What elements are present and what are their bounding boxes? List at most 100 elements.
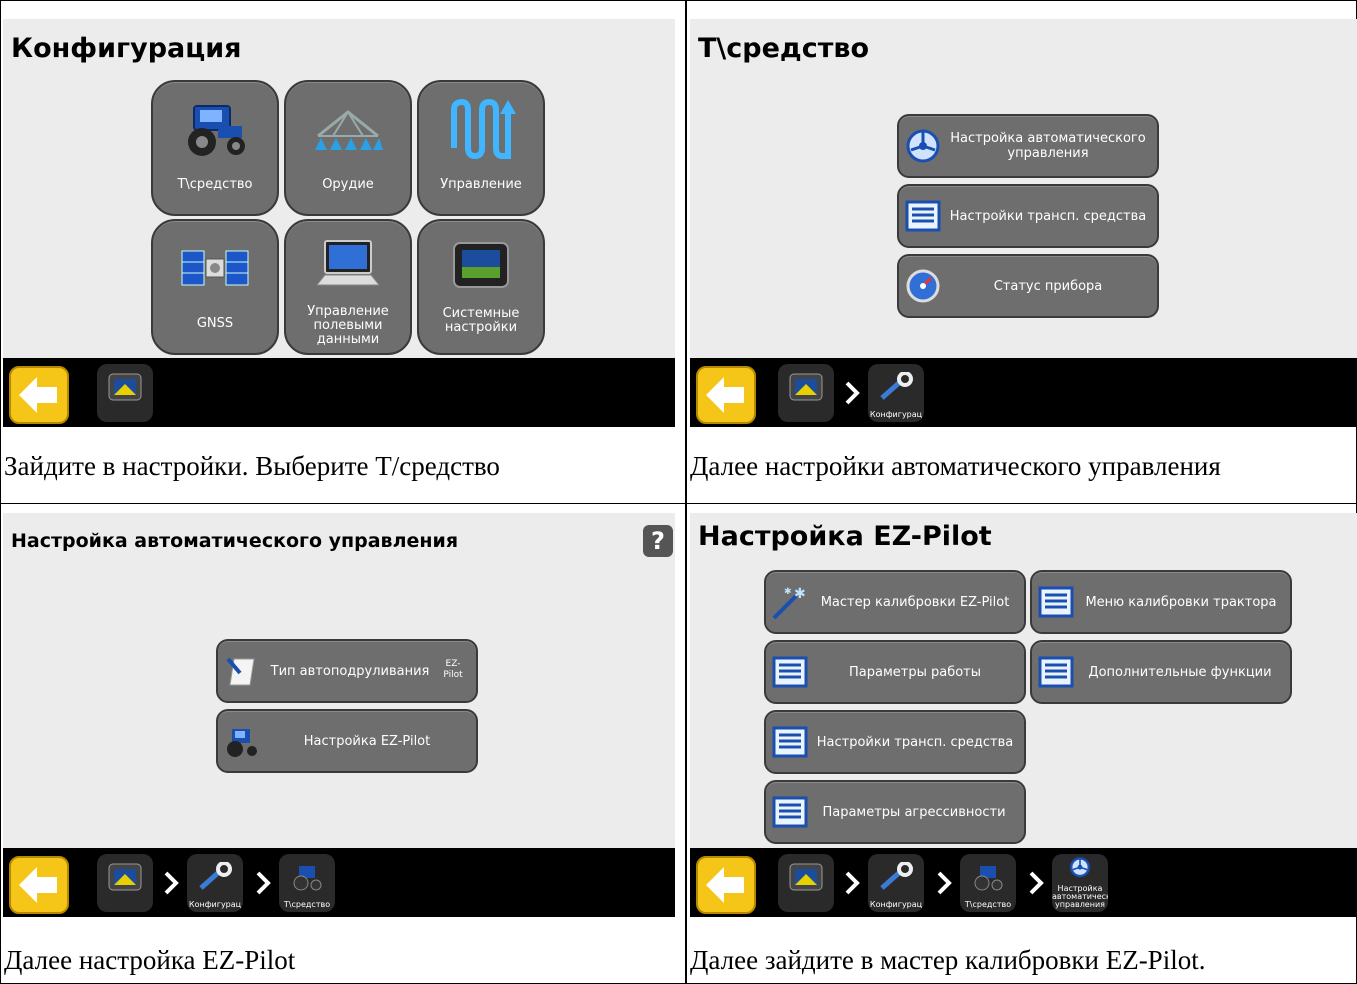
tile-label: Управление полевыми данными	[307, 304, 389, 347]
home-button[interactable]	[778, 854, 834, 912]
satellite-icon	[181, 250, 249, 286]
tile-vehicle[interactable]: T\средство	[151, 80, 279, 216]
back-arrow-icon	[19, 867, 57, 903]
back-button[interactable]	[9, 856, 69, 914]
svg-text:✱: ✱	[794, 586, 806, 602]
breadcrumb-autosteer[interactable]: Настройка автоматическ управления	[1052, 854, 1108, 912]
grid-divider-row1	[0, 503, 1357, 504]
wrench-icon	[880, 372, 913, 400]
back-button[interactable]	[696, 856, 756, 914]
breadcrumb-vehicle[interactable]: T\средство	[960, 854, 1016, 912]
caption-step-1: Зайдите в настройки. Выберите Т/средство	[4, 451, 500, 481]
chevron-right-icon	[937, 871, 952, 895]
chevron-right-icon	[164, 871, 179, 895]
list-icon	[772, 796, 808, 828]
tile-label: Управление	[440, 177, 522, 192]
steering-wheel-icon	[1070, 857, 1090, 878]
wand-icon: ✱✱	[772, 586, 806, 620]
aggressiveness-parameters-button[interactable]: Параметры агрессивности	[764, 780, 1026, 844]
caption-step-2: Далее настройки автоматического управлен…	[690, 451, 1221, 481]
back-arrow-icon	[19, 377, 57, 413]
additional-functions-button[interactable]: Дополнительные функции	[1030, 640, 1292, 704]
list-icon	[772, 656, 808, 688]
panel-ez-pilot: Настройка EZ-Pilot ✱ ✱ Мастер калибровки …	[690, 513, 1357, 917]
breadcrumb-configuration[interactable]: Конфигурац	[868, 364, 924, 422]
panel-autosteer: Настройка автоматического управления ? Т…	[3, 513, 675, 917]
breadcrumb-configuration[interactable]: Конфигурац	[868, 854, 924, 912]
device-status-button[interactable]: Статус прибора	[897, 254, 1159, 318]
tile-label: Орудие	[322, 177, 374, 192]
breadcrumb-configuration[interactable]: Конфигурац	[187, 854, 243, 912]
tile-label: Системные настройки	[442, 306, 520, 335]
breadcrumb-label: Конфигурац	[869, 900, 923, 909]
breadcrumb-vehicle[interactable]: T\средство	[279, 854, 335, 912]
breadcrumb-label: T\средство	[283, 900, 331, 909]
tile-label: GNSS	[196, 316, 234, 331]
tile-system-settings[interactable]: Системные настройки	[417, 219, 545, 355]
back-button[interactable]	[696, 366, 756, 424]
tile-guidance[interactable]: Управление	[417, 80, 545, 216]
button-label: Настройка EZ-Pilot	[303, 733, 431, 749]
laptop-icon	[315, 240, 381, 286]
back-arrow-icon	[706, 377, 744, 413]
home-button[interactable]	[778, 364, 834, 422]
bottom-nav-bar: Конфигурац	[690, 358, 1357, 427]
panel-title: Настройка автоматического управления	[11, 530, 459, 552]
breadcrumb-label: Конфигурац	[869, 410, 923, 419]
back-arrow-icon	[706, 867, 744, 903]
autosteer-setup-button[interactable]: Настройка автоматического управления	[897, 114, 1159, 178]
button-label: Статус прибора	[993, 278, 1103, 294]
grid-border-top	[0, 0, 1357, 1]
back-button[interactable]	[9, 366, 69, 424]
display-icon	[789, 373, 823, 401]
pen-paper-icon	[226, 657, 255, 686]
vehicle-settings-button[interactable]: Настройки трансп. средства	[897, 184, 1159, 248]
list-icon	[905, 200, 941, 232]
guidance-pattern-icon	[451, 98, 516, 160]
tile-gnss[interactable]: GNSS	[151, 219, 279, 355]
vehicle-settings-button[interactable]: Настройки трансп. средства	[764, 710, 1026, 774]
breadcrumb-label: Настройка автоматическ управления	[1052, 885, 1108, 909]
home-button[interactable]	[97, 364, 153, 422]
button-label: Тип автоподруливания	[270, 663, 430, 679]
help-button[interactable]: ?	[643, 525, 673, 557]
autosteer-type-badge: EZ-Pilot	[443, 659, 463, 680]
list-icon	[1038, 656, 1074, 688]
panel-configuration: Конфигурация T\средство Орудие Управлени…	[3, 19, 675, 427]
caption-step-3: Далее настройка EZ-Pilot	[4, 945, 296, 975]
ez-pilot-calibration-wizard-button[interactable]: ✱ ✱ Мастер калибровки EZ-Pilot	[764, 570, 1026, 634]
bottom-nav-bar	[3, 358, 675, 427]
display-icon	[789, 863, 823, 891]
panel-vehicle: T\средство Настройка автоматического упр…	[690, 19, 1357, 427]
panel-title: Настройка EZ-Pilot	[698, 521, 992, 552]
chevron-right-icon	[256, 871, 271, 895]
breadcrumb-label: T\средство	[964, 900, 1012, 909]
tile-field-data[interactable]: Управление полевыми данными	[284, 219, 412, 355]
wrench-icon	[199, 862, 232, 890]
bottom-nav-bar: Конфигурац T\средство	[3, 848, 675, 917]
panel-title: Конфигурация	[11, 33, 242, 64]
button-label: Настройки трансп. средства	[949, 208, 1147, 224]
breadcrumb-label: Конфигурац	[188, 900, 242, 909]
caption-step-4: Далее зайдите в мастер калибровки EZ-Pil…	[690, 945, 1206, 975]
steering-wheel-icon	[906, 129, 940, 163]
display-icon	[108, 863, 142, 891]
operation-parameters-button[interactable]: Параметры работы	[764, 640, 1026, 704]
grid-border-left	[0, 0, 1, 984]
button-label: Настройки трансп. средства	[816, 734, 1014, 750]
ez-pilot-setup-button[interactable]: Настройка EZ-Pilot	[216, 709, 478, 773]
list-icon	[772, 726, 808, 758]
grid-divider-vertical	[685, 0, 687, 984]
panel-title: T\средство	[698, 33, 870, 64]
tile-implement[interactable]: Орудие	[284, 80, 412, 216]
display-icon	[453, 242, 509, 288]
autosteer-type-button[interactable]: Тип автоподруливания EZ-Pilot	[216, 639, 478, 703]
chevron-right-icon	[845, 871, 860, 895]
tile-label: T\средство	[177, 177, 253, 192]
wrench-icon	[880, 862, 913, 890]
svg-text:✱: ✱	[784, 587, 792, 597]
tractor-calibration-menu-button[interactable]: Меню калибровки трактора	[1030, 570, 1292, 634]
list-icon	[1038, 586, 1074, 618]
home-button[interactable]	[97, 854, 153, 912]
button-label: Параметры работы	[848, 664, 981, 680]
